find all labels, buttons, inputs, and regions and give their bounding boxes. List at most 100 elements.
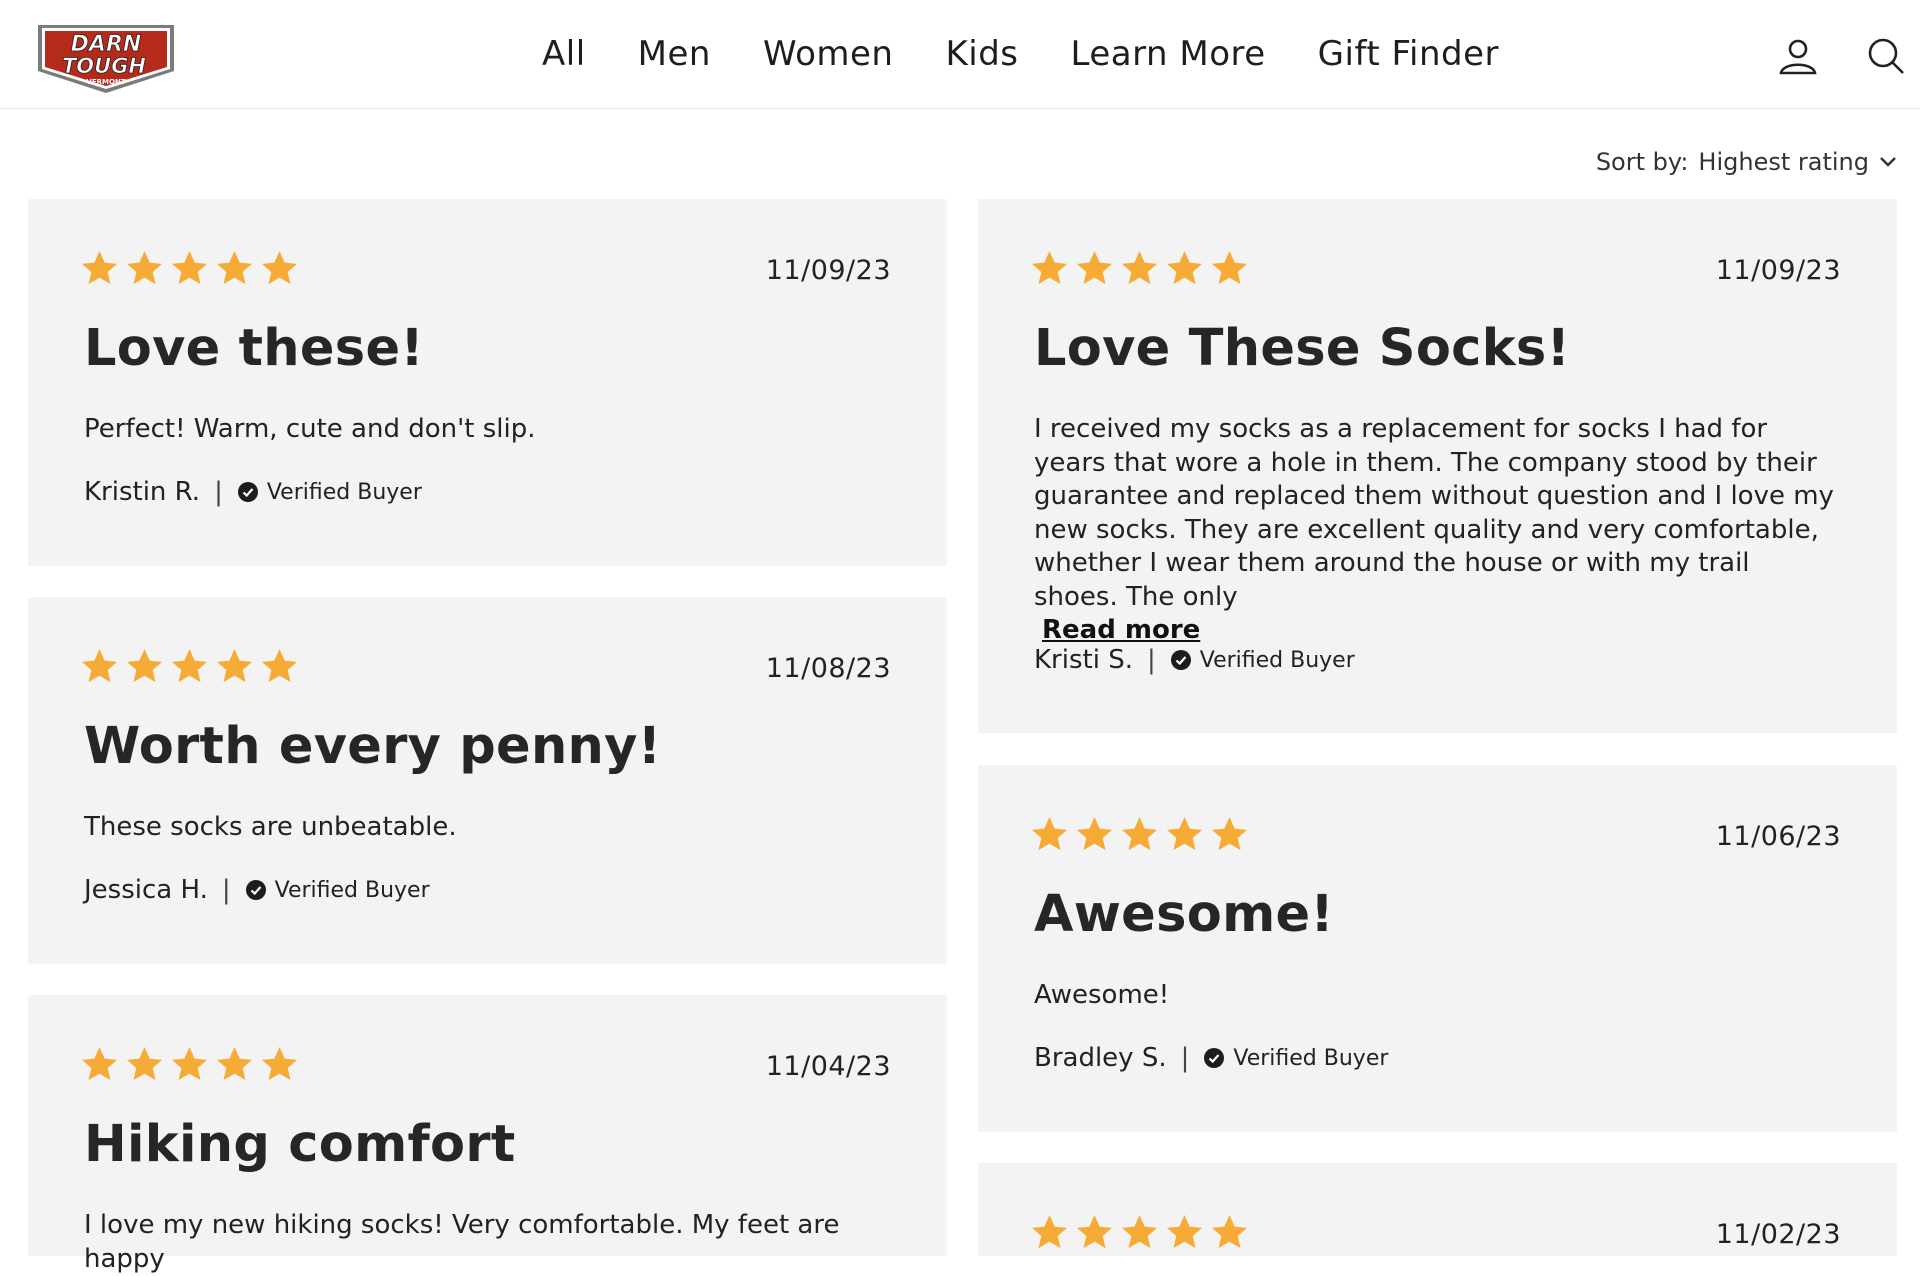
review-card: 11/09/23 Love These Socks! I received my… [978, 199, 1897, 733]
verified-label: Verified Buyer [1233, 1045, 1389, 1071]
star-icon [1211, 1214, 1248, 1249]
verified-label: Verified Buyer [1199, 647, 1355, 673]
divider: | [214, 477, 223, 507]
author-name: Kristin R. [84, 477, 201, 507]
search-icon[interactable] [1866, 36, 1906, 76]
sort-label: Sort by: [1595, 148, 1689, 176]
review-author: Jessica H. | Verified Buyer [84, 875, 430, 905]
star-icon [171, 1046, 208, 1081]
star-icon [216, 648, 253, 683]
review-body: These socks are unbeatable. [84, 812, 457, 842]
nav-learn-more[interactable]: Learn More [1071, 27, 1266, 81]
review-body: Awesome! [1034, 980, 1170, 1010]
star-icon [126, 648, 163, 683]
star-icon [1121, 816, 1158, 851]
sort-value: Highest rating [1698, 148, 1869, 176]
star-icon [261, 250, 298, 285]
nav-all[interactable]: All [542, 27, 586, 81]
verified-label: Verified Buyer [274, 877, 430, 903]
chevron-down-icon [1880, 157, 1896, 167]
star-rating [80, 647, 299, 686]
review-card: 11/08/23 Worth every penny! These socks … [28, 597, 947, 964]
star-icon [1076, 250, 1113, 285]
review-title: Love these! [84, 319, 424, 378]
star-icon [1076, 816, 1113, 851]
review-title: Awesome! [1034, 885, 1334, 944]
review-date: 11/04/23 [765, 1051, 891, 1082]
author-name: Jessica H. [84, 875, 208, 905]
review-author: Kristin R. | Verified Buyer [84, 477, 422, 507]
review-title: Worth every penny! [84, 717, 662, 776]
nav-men[interactable]: Men [638, 27, 711, 81]
star-icon [171, 648, 208, 683]
verified-badge: Verified Buyer [237, 480, 422, 505]
review-body: Perfect! Warm, cute and don't slip. [84, 414, 536, 444]
star-rating [80, 1045, 299, 1084]
star-rating [1030, 815, 1249, 854]
star-icon [171, 250, 208, 285]
review-title: Hiking comfort [84, 1115, 516, 1174]
star-icon [1031, 816, 1068, 851]
author-name: Kristi S. [1034, 645, 1133, 675]
star-icon [81, 1046, 118, 1081]
star-icon [216, 1046, 253, 1081]
sort-dropdown[interactable]: Sort by: Highest rating [1596, 148, 1897, 176]
review-card: 11/06/23 Awesome! Awesome! Bradley S. | … [978, 765, 1897, 1132]
star-icon [81, 250, 118, 285]
divider: | [221, 875, 231, 905]
review-date: 11/09/23 [1715, 255, 1841, 286]
main-nav: All Men Women Kids Learn More Gift Finde… [542, 27, 1551, 81]
star-icon [1211, 250, 1248, 285]
read-more-link[interactable]: Read more [1034, 614, 1841, 648]
verified-label: Verified Buyer [266, 479, 422, 505]
review-card: 11/02/23 [978, 1163, 1897, 1256]
nav-women[interactable]: Women [763, 27, 894, 81]
star-icon [126, 250, 163, 285]
review-author: Bradley S. | Verified Buyer [1034, 1043, 1388, 1073]
star-icon [216, 250, 253, 285]
svg-text:TOUGH: TOUGH [62, 54, 146, 78]
darn-tough-logo[interactable]: DARN TOUGH VERMONT [34, 15, 178, 95]
nav-gift-finder[interactable]: Gift Finder [1318, 27, 1499, 81]
star-icon [1211, 816, 1248, 851]
star-rating [1030, 1213, 1249, 1252]
nav-kids[interactable]: Kids [945, 27, 1018, 81]
author-name: Bradley S. [1034, 1043, 1167, 1073]
verified-badge: Verified Buyer [245, 878, 430, 903]
star-icon [126, 1046, 163, 1081]
site-header: DARN TOUGH VERMONT All Men Women Kids Le… [0, 0, 1920, 109]
verified-check-icon [1204, 1048, 1225, 1068]
review-date: 11/08/23 [765, 653, 891, 684]
star-icon [261, 1046, 298, 1081]
star-icon [81, 648, 118, 683]
star-icon [1121, 250, 1158, 285]
star-rating [80, 249, 299, 288]
review-card: 11/09/23 Love these! Perfect! Warm, cute… [28, 199, 947, 566]
review-body-text: I received my socks as a replacement for… [1034, 414, 1834, 612]
star-icon [261, 648, 298, 683]
verified-check-icon [237, 482, 258, 502]
verified-badge: Verified Buyer [1203, 1046, 1388, 1071]
star-icon [1031, 250, 1068, 285]
star-icon [1076, 1214, 1113, 1249]
review-body: I received my socks as a replacement for… [1034, 413, 1841, 648]
review-date: 11/09/23 [765, 255, 891, 286]
review-date: 11/06/23 [1715, 821, 1841, 852]
verified-badge: Verified Buyer [1170, 648, 1355, 673]
star-icon [1121, 1214, 1158, 1249]
verified-check-icon [245, 880, 266, 900]
star-icon [1031, 1214, 1068, 1249]
verified-check-icon [1170, 650, 1191, 670]
account-icon[interactable] [1778, 36, 1818, 76]
svg-text:VERMONT: VERMONT [86, 78, 125, 86]
review-date: 11/02/23 [1715, 1219, 1841, 1250]
divider: | [1180, 1043, 1190, 1073]
star-icon [1166, 250, 1203, 285]
review-body: I love my new hiking socks! Very comfort… [84, 1210, 840, 1274]
divider: | [1146, 645, 1156, 675]
star-icon [1166, 816, 1203, 851]
star-rating [1030, 249, 1249, 288]
review-title: Love These Socks! [1034, 319, 1571, 378]
star-icon [1166, 1214, 1203, 1249]
review-card: 11/04/23 Hiking comfort I love my new hi… [28, 995, 947, 1274]
